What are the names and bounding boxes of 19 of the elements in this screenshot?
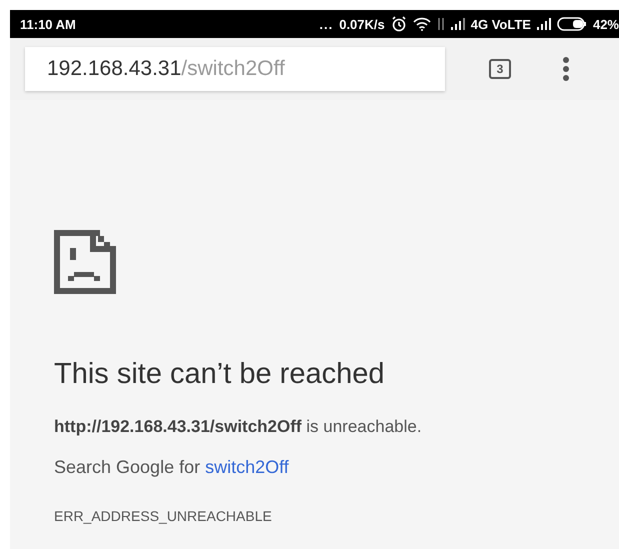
notification-dots: ... bbox=[319, 16, 334, 32]
search-link[interactable]: switch2Off bbox=[205, 457, 289, 477]
alarm-icon bbox=[390, 16, 407, 32]
battery-icon bbox=[556, 17, 587, 31]
battery-percent: 42% bbox=[592, 16, 619, 32]
signal-icon bbox=[536, 18, 551, 30]
tab-switcher-button[interactable]: 3 bbox=[489, 59, 511, 79]
menu-icon[interactable] bbox=[562, 56, 570, 82]
wifi-icon bbox=[412, 17, 431, 31]
error-message: http://192.168.43.31/switch2Off is unreachable. bbox=[54, 417, 422, 437]
error-title: This site can’t be reached bbox=[54, 358, 384, 391]
error-code: ERR_ADDRESS_UNREACHABLE bbox=[54, 508, 272, 524]
network-speed: 0.07K/s bbox=[339, 16, 385, 32]
signal-icon bbox=[450, 18, 465, 30]
search-suggestion: Search Google for switch2Off bbox=[54, 457, 289, 478]
address-bar[interactable]: 192.168.43.31/switch2Off bbox=[25, 47, 445, 91]
status-time: 11:10 AM bbox=[20, 16, 76, 32]
sad-page-icon bbox=[54, 230, 116, 294]
network-type: 4G VoLTE bbox=[470, 16, 531, 32]
